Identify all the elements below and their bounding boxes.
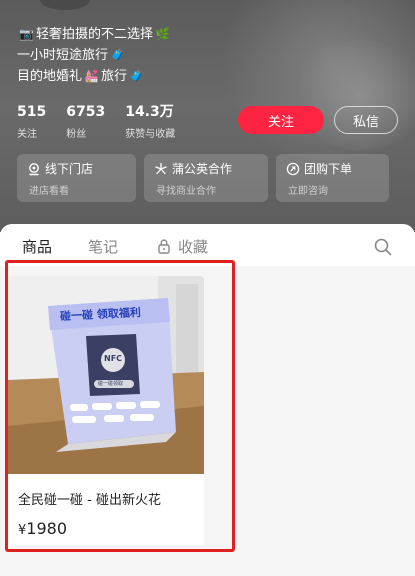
nfc-sublabel: 碰一碰领取	[98, 381, 124, 387]
card-subtitle: 寻找商业合作	[156, 186, 216, 197]
stat-label: 粉丝	[66, 129, 87, 140]
avatar-edge	[40, 0, 90, 10]
link-icon	[286, 162, 300, 175]
stat-label: 关注	[17, 129, 37, 140]
message-button[interactable]: 私信	[334, 106, 398, 134]
bio-line: 一小时短途旅行 🧳	[17, 45, 172, 66]
stat-likes[interactable]: 14.3万 获赞与收藏	[125, 103, 175, 140]
service-card-dandelion[interactable]: 蒲公英合作 寻找商业合作	[144, 154, 268, 202]
lock-icon	[158, 239, 170, 254]
service-cards: 线下门店 进店看看 蒲公英合作 寻找商业合作 团购下单 立即咨询	[17, 154, 389, 202]
stat-value: 6753	[66, 104, 106, 120]
product-price: ¥1980	[8, 508, 204, 538]
bio-text: 旅行	[100, 69, 127, 84]
camera-emoji-icon: 📷	[19, 27, 34, 41]
nfc-label: NFC	[104, 354, 123, 363]
product-image[interactable]: 碰一碰 领取福利 NFC 碰一碰领取	[8, 276, 204, 474]
tab-collections[interactable]: 收藏	[178, 236, 208, 257]
tab-products[interactable]: 商品	[22, 236, 52, 257]
stat-value: 14.3万	[125, 104, 174, 120]
stat-following[interactable]: 515 关注	[17, 103, 46, 140]
active-tab-indicator	[22, 260, 56, 262]
product-card[interactable]: 碰一碰 领取福利 NFC 碰一碰领取 全民碰一碰 - 碰出新火花 ¥1980	[8, 276, 204, 546]
profile-tabs: 商品 笔记 收藏	[0, 224, 415, 266]
tab-notes[interactable]: 笔记	[88, 236, 118, 257]
card-title: 线下门店	[45, 162, 94, 176]
service-card-store[interactable]: 线下门店 进店看看	[17, 154, 136, 202]
suitcase-emoji-icon: 🧳	[128, 69, 144, 83]
store-location-icon	[29, 162, 39, 175]
follow-button[interactable]: 关注	[238, 106, 324, 134]
bio-text: 一小时短途旅行	[17, 48, 109, 63]
bio-line: 目的地婚礼 💒 旅行 🧳	[17, 66, 172, 87]
profile-stats: 515 关注 6753 粉丝 14.3万 获赞与收藏	[17, 103, 175, 140]
profile-header: 📷 轻奢拍摄的不二选择 🌿 一小时短途旅行 🧳 目的地婚礼 💒 旅行 🧳 515…	[0, 0, 415, 232]
product-name[interactable]: 全民碰一碰 - 碰出新火花	[8, 474, 204, 508]
stat-value: 515	[17, 104, 47, 120]
card-title: 蒲公英合作	[172, 162, 233, 176]
profile-bio: 📷 轻奢拍摄的不二选择 🌿 一小时短途旅行 🧳 目的地婚礼 💒 旅行 🧳	[17, 24, 172, 87]
wedding-emoji-icon: 💒	[84, 69, 99, 83]
card-title: 团购下单	[304, 162, 353, 176]
dandelion-icon	[155, 162, 167, 174]
stat-label: 获赞与收藏	[125, 129, 176, 140]
card-subtitle: 立即咨询	[288, 186, 328, 197]
suitcase-emoji-icon: 🧳	[110, 48, 125, 62]
stat-followers[interactable]: 6753 粉丝	[66, 103, 105, 140]
card-subtitle: 进店看看	[29, 186, 69, 197]
bio-text: 目的地婚礼	[17, 69, 83, 84]
search-icon[interactable]	[374, 238, 392, 256]
leaf-emoji-icon: 🌿	[154, 27, 170, 41]
bio-text: 轻奢拍摄的不二选择	[35, 27, 153, 42]
bio-line: 📷 轻奢拍摄的不二选择 🌿	[17, 24, 172, 45]
service-card-groupbuy[interactable]: 团购下单 立即咨询	[276, 154, 389, 202]
price-value: 1980	[26, 519, 67, 538]
